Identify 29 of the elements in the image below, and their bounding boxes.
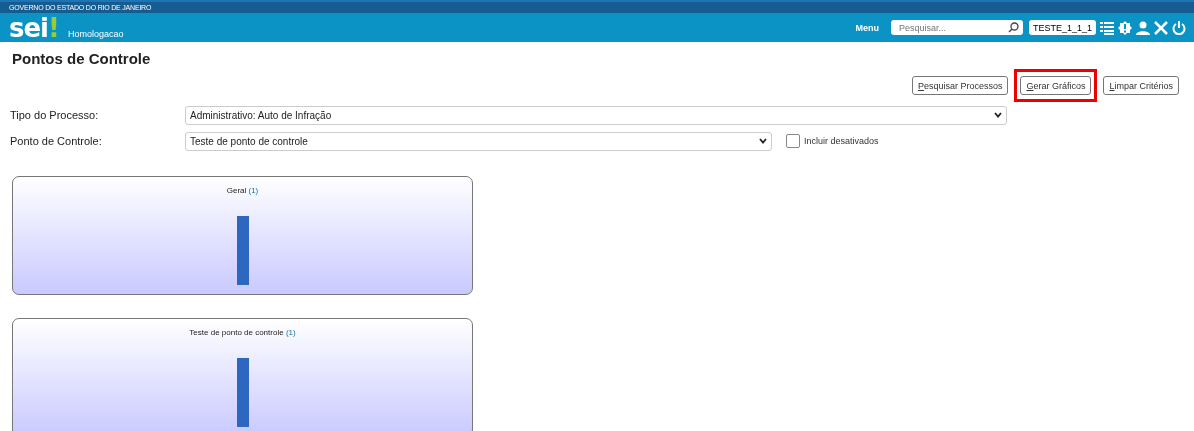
select-field[interactable]: Administrativo: Auto de Infração — [185, 105, 1007, 125]
count-link[interactable]: (1) — [248, 186, 259, 195]
checkbox[interactable] — [786, 134, 800, 148]
action-button[interactable]: Gerar Gráficos — [1020, 76, 1092, 95]
chart-title: Geral — [226, 186, 247, 195]
environment-label: Homologacao — [67, 28, 124, 39]
alert-icon[interactable] — [1118, 20, 1132, 35]
sei-logo: sei! — [9, 16, 59, 40]
page-title: Pontos de Controle — [12, 50, 152, 68]
checkbox-label: Incluir desativados — [804, 136, 879, 146]
field-label: Ponto de Controle: — [9, 135, 103, 147]
chart-bar — [236, 358, 249, 427]
tools-icon[interactable] — [1154, 20, 1168, 35]
user-icon[interactable] — [1136, 20, 1150, 35]
select-field[interactable]: Teste de ponto de controle — [185, 131, 772, 151]
chart-title: Teste de ponto de controle — [189, 328, 284, 337]
search-icon — [1007, 22, 1019, 33]
menu-link[interactable]: Menu — [855, 22, 879, 33]
power-icon[interactable] — [1172, 20, 1186, 35]
chart-bar — [236, 216, 249, 285]
search-field[interactable]: Pesquisar... — [890, 20, 1023, 35]
field-label: Tipo do Processo: — [9, 109, 100, 121]
action-button[interactable]: Pesquisar Processos — [911, 76, 1009, 95]
count-link[interactable]: (1) — [285, 328, 296, 337]
list-icon[interactable] — [1100, 20, 1114, 35]
chevron-icon — [759, 138, 767, 144]
action-button[interactable]: Limpar Critérios — [1103, 76, 1179, 95]
chevron-icon — [994, 112, 1002, 118]
unit-selector[interactable]: TESTE_1_1_1 — [1028, 20, 1096, 35]
